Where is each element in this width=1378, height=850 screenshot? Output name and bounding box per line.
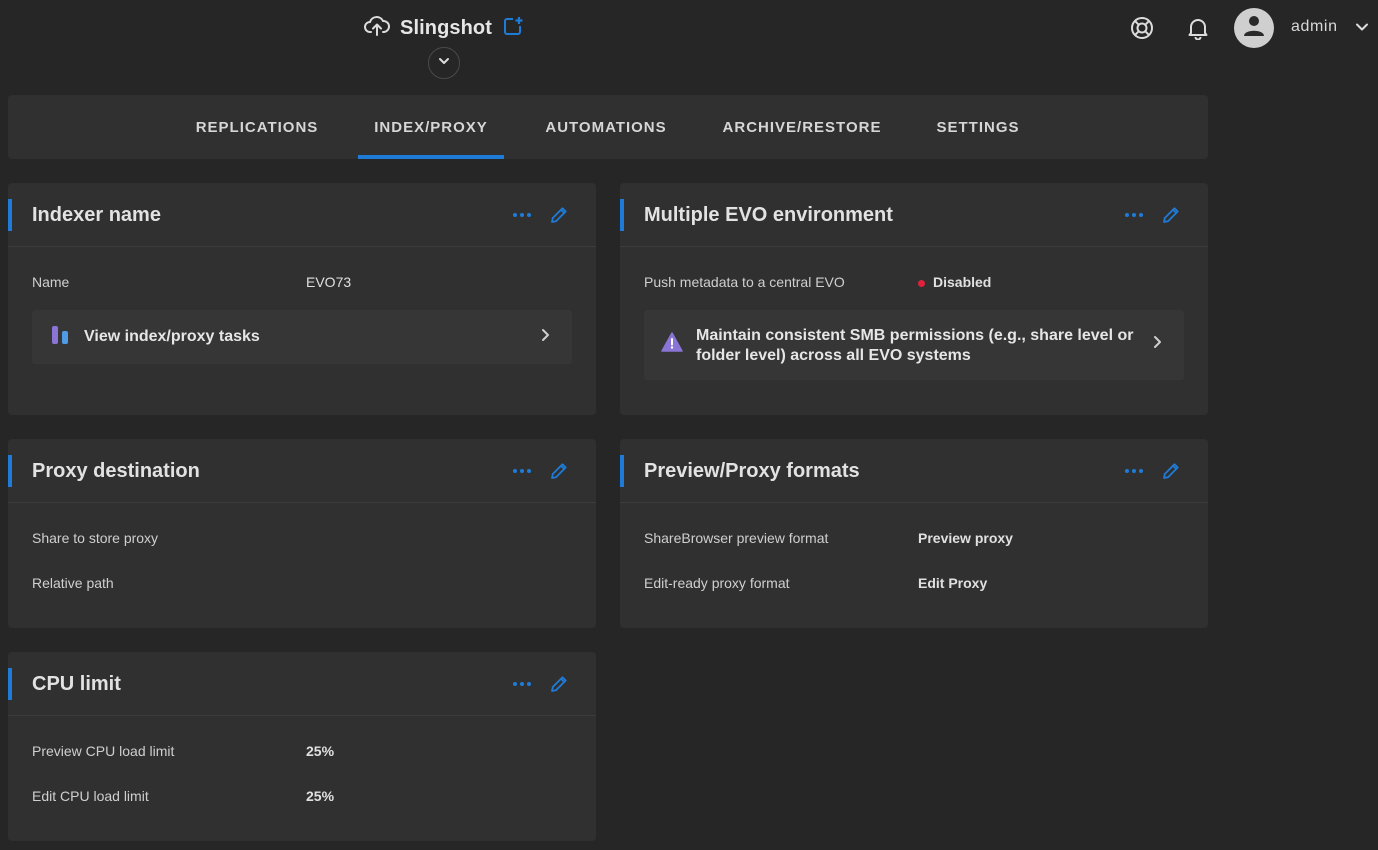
bell-icon[interactable] bbox=[1187, 16, 1209, 45]
card-title: Proxy destination bbox=[32, 460, 200, 482]
link-label: View index/proxy tasks bbox=[84, 328, 260, 345]
preview-cpu-load-limit-value: 25% bbox=[306, 743, 335, 759]
person-icon bbox=[1240, 12, 1268, 45]
more-horizontal-icon[interactable] bbox=[1122, 205, 1146, 225]
indexer-name-card: Indexer name Name EVO73 View index/proxy… bbox=[8, 183, 596, 415]
edit-cpu-load-limit-label: Edit CPU load limit bbox=[32, 788, 149, 804]
avatar[interactable] bbox=[1234, 8, 1274, 48]
more-horizontal-icon[interactable] bbox=[510, 674, 534, 694]
tab-automations[interactable]: AUTOMATIONS bbox=[528, 95, 684, 159]
card-title: Multiple EVO environment bbox=[644, 204, 893, 226]
card-header: CPU limit bbox=[8, 652, 596, 716]
warning-text: Maintain consistent SMB permissions (e.g… bbox=[696, 327, 1134, 364]
edit-cpu-load-limit-value: 25% bbox=[306, 788, 335, 804]
preview-proxy-formats-card: Preview/Proxy formats ShareBrowser previ… bbox=[620, 439, 1208, 628]
card-title: CPU limit bbox=[32, 673, 121, 695]
collapse-header-button[interactable] bbox=[428, 47, 460, 79]
push-metadata-label: Push metadata to a central EVO bbox=[644, 274, 845, 290]
name-value: EVO73 bbox=[306, 274, 352, 290]
edit-ready-proxy-format-label: Edit-ready proxy format bbox=[644, 575, 790, 591]
chevron-down-icon[interactable] bbox=[1355, 20, 1369, 39]
card-header: Proxy destination bbox=[8, 439, 596, 503]
view-index-proxy-tasks-link[interactable]: View index/proxy tasks bbox=[32, 310, 572, 364]
app-title-group: Slingshot bbox=[364, 14, 524, 42]
tab-archive-restore[interactable]: ARCHIVE/RESTORE bbox=[708, 95, 896, 159]
pencil-icon[interactable] bbox=[548, 673, 570, 695]
proxy-destination-card: Proxy destination Share to store proxy R… bbox=[8, 439, 596, 628]
card-header: Indexer name bbox=[8, 183, 596, 247]
tasks-icon bbox=[51, 326, 71, 351]
sharebrowser-preview-format-label: ShareBrowser preview format bbox=[644, 530, 829, 546]
pencil-icon[interactable] bbox=[1160, 460, 1182, 482]
more-horizontal-icon[interactable] bbox=[510, 205, 534, 225]
card-header: Preview/Proxy formats bbox=[620, 439, 1208, 503]
status-badge: Disabled bbox=[918, 274, 991, 290]
card-header: Multiple EVO environment bbox=[620, 183, 1208, 247]
cloud-upload-icon bbox=[364, 15, 390, 42]
card-title: Indexer name bbox=[32, 204, 161, 226]
tab-settings[interactable]: SETTINGS bbox=[920, 95, 1036, 159]
smb-permissions-warning[interactable]: Maintain consistent SMB permissions (e.g… bbox=[644, 310, 1184, 380]
multiple-evo-card: Multiple EVO environment Push metadata t… bbox=[620, 183, 1208, 415]
edit-ready-proxy-format-value: Edit Proxy bbox=[918, 575, 988, 591]
cpu-limit-card: CPU limit Preview CPU load limit 25% Edi… bbox=[8, 652, 596, 841]
top-bar: Slingshot admin bbox=[0, 0, 1378, 79]
pencil-icon[interactable] bbox=[1160, 204, 1182, 226]
status-dot bbox=[918, 279, 925, 287]
tab-bar: REPLICATIONS INDEX/PROXY AUTOMATIONS ARC… bbox=[8, 95, 1208, 159]
chevron-right-icon bbox=[1152, 335, 1162, 354]
preview-cpu-load-limit-label: Preview CPU load limit bbox=[32, 743, 175, 759]
tab-replications[interactable]: REPLICATIONS bbox=[180, 95, 334, 159]
more-horizontal-icon[interactable] bbox=[510, 461, 534, 481]
sharebrowser-preview-format-value: Preview proxy bbox=[918, 530, 1013, 546]
username[interactable]: admin bbox=[1291, 18, 1338, 36]
share-to-store-proxy-label: Share to store proxy bbox=[32, 530, 159, 546]
relative-path-label: Relative path bbox=[32, 575, 114, 591]
tab-index-proxy[interactable]: INDEX/PROXY bbox=[358, 95, 504, 159]
card-title: Preview/Proxy formats bbox=[644, 460, 860, 482]
push-metadata-value: Disabled bbox=[933, 274, 992, 290]
name-label: Name bbox=[32, 274, 70, 290]
new-window-icon[interactable] bbox=[502, 15, 524, 42]
lifebuoy-icon[interactable] bbox=[1130, 16, 1154, 45]
warning-triangle-icon bbox=[661, 332, 683, 357]
pencil-icon[interactable] bbox=[548, 460, 570, 482]
pencil-icon[interactable] bbox=[548, 204, 570, 226]
chevron-right-icon bbox=[540, 328, 550, 347]
more-horizontal-icon[interactable] bbox=[1122, 461, 1146, 481]
chevron-down-icon bbox=[437, 54, 451, 73]
app-title: Slingshot bbox=[400, 16, 493, 39]
